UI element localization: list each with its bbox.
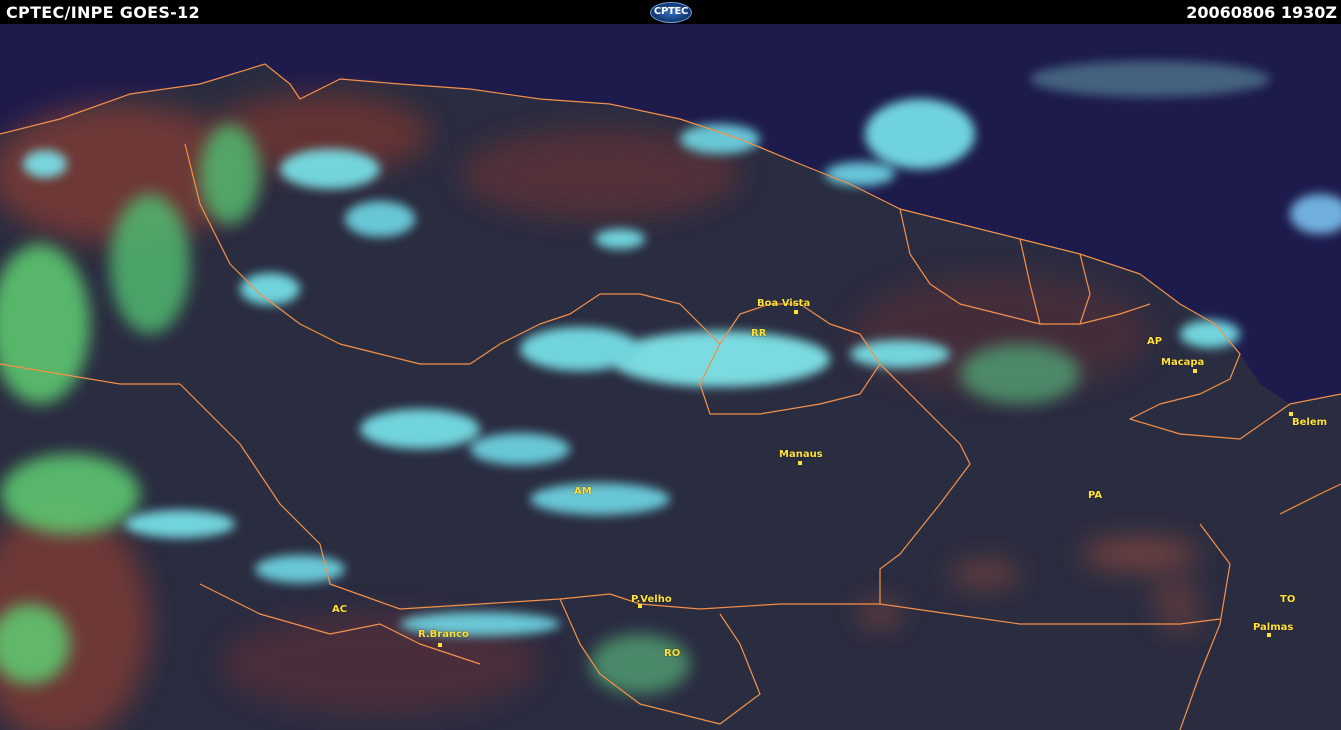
city-marker-manaus (798, 461, 802, 465)
state-label-pa: PA (1088, 490, 1103, 501)
city-label-macapa: Macapa (1161, 357, 1205, 368)
state-label-ro: RO (664, 648, 681, 659)
state-label-to: TO (1280, 594, 1296, 605)
image-header: CPTEC/INPE GOES-12 CPTEC 20060806 1930Z (0, 0, 1341, 24)
city-label-palmas: Palmas (1253, 622, 1294, 633)
city-marker-p-velho (638, 604, 642, 608)
city-marker-r-branco (438, 643, 442, 647)
cptec-logo-text: CPTEC (653, 6, 689, 17)
city-marker-belem (1289, 412, 1293, 416)
city-label-belem: Belem (1292, 417, 1328, 428)
satellite-imagery (0, 24, 1341, 730)
state-label-ap: AP (1147, 336, 1163, 347)
state-label-ac: AC (332, 604, 348, 615)
state-label-rr: RR (751, 328, 767, 339)
city-label-manaus: Manaus (779, 449, 823, 460)
city-marker-macapa (1193, 369, 1197, 373)
satellite-title: CPTEC/INPE GOES-12 (6, 3, 200, 22)
cptec-logo: CPTEC (650, 2, 692, 23)
state-label-am: AM (574, 486, 592, 497)
city-marker-boa-vista (794, 310, 798, 314)
satellite-map: RR AM AP PA AC RO TO Boa Vista Macapa Be… (0, 24, 1341, 730)
city-label-r-branco: R.Branco (418, 629, 469, 640)
image-timestamp: 20060806 1930Z (1186, 3, 1337, 22)
city-label-boa-vista: Boa Vista (757, 298, 811, 309)
city-marker-palmas (1267, 633, 1271, 637)
